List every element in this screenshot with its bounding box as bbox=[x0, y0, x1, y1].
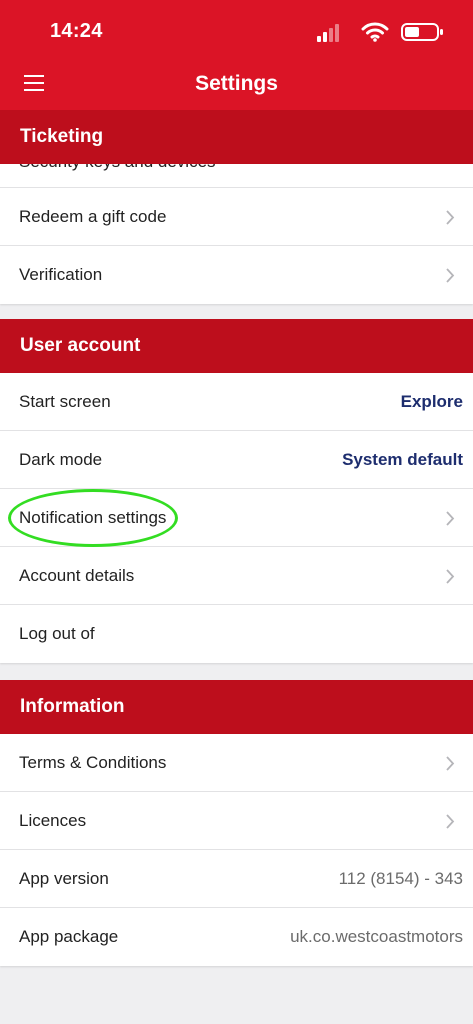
row-label: Start screen bbox=[19, 392, 111, 411]
start-screen-row[interactable]: Start screen Explore bbox=[0, 373, 473, 431]
dark-mode-value: System default bbox=[342, 450, 463, 469]
row-label: Terms & Conditions bbox=[19, 753, 167, 772]
row-label: Log out of bbox=[19, 624, 95, 643]
row-label: Notification settings bbox=[19, 508, 167, 527]
status-bar: 14:24 bbox=[0, 0, 473, 60]
chevron-right-icon bbox=[446, 511, 455, 526]
section-header-ticketing: Ticketing bbox=[0, 110, 473, 164]
account-details-row[interactable]: Account details bbox=[0, 547, 473, 605]
redeem-gift-code-row[interactable]: Redeem a gift code bbox=[0, 188, 473, 246]
partial-item-label: Security keys and devices bbox=[19, 164, 216, 172]
app-package-value: uk.co.westcoastmotors bbox=[290, 927, 463, 946]
user-account-list: Start screen Explore Dark mode System de… bbox=[0, 373, 473, 663]
status-time: 14:24 bbox=[50, 20, 103, 42]
notification-settings-row[interactable]: Notification settings bbox=[0, 489, 473, 547]
verification-row[interactable]: Verification bbox=[0, 246, 473, 304]
row-label: Account details bbox=[19, 566, 135, 585]
section-header-information: Information bbox=[0, 680, 473, 734]
licences-row[interactable]: Licences bbox=[0, 792, 473, 850]
chevron-right-icon bbox=[446, 268, 455, 283]
chevron-right-icon bbox=[446, 814, 455, 829]
section-header-user-account: User account bbox=[0, 319, 473, 373]
row-label: Redeem a gift code bbox=[19, 207, 167, 226]
cellular-signal-icon bbox=[317, 22, 343, 42]
nav-bar: Settings bbox=[0, 60, 473, 110]
log-out-row[interactable]: Log out of bbox=[0, 605, 473, 663]
row-label: App package bbox=[19, 927, 119, 946]
row-label: Dark mode bbox=[19, 450, 103, 469]
dark-mode-row[interactable]: Dark mode System default bbox=[0, 431, 473, 489]
start-screen-value: Explore bbox=[400, 392, 463, 411]
app-version-value: 112 (8154) - 343 bbox=[338, 869, 463, 888]
app-version-row: App version 112 (8154) - 343 bbox=[0, 850, 473, 908]
wifi-icon bbox=[361, 22, 389, 42]
list-item-partial[interactable]: Security keys and devices bbox=[0, 164, 473, 188]
chevron-right-icon bbox=[446, 210, 455, 225]
row-label: Licences bbox=[19, 811, 87, 830]
app-package-row: App package uk.co.westcoastmotors bbox=[0, 908, 473, 966]
chevron-right-icon bbox=[446, 569, 455, 584]
information-list: Terms & Conditions Licences App version … bbox=[0, 734, 473, 966]
chevron-right-icon bbox=[446, 756, 455, 771]
ticketing-list: Security keys and devices Redeem a gift … bbox=[0, 164, 473, 304]
row-label: App version bbox=[19, 869, 109, 888]
page-title: Settings bbox=[195, 72, 278, 95]
row-label: Verification bbox=[19, 265, 103, 284]
battery-icon bbox=[401, 23, 443, 41]
terms-conditions-row[interactable]: Terms & Conditions bbox=[0, 734, 473, 792]
